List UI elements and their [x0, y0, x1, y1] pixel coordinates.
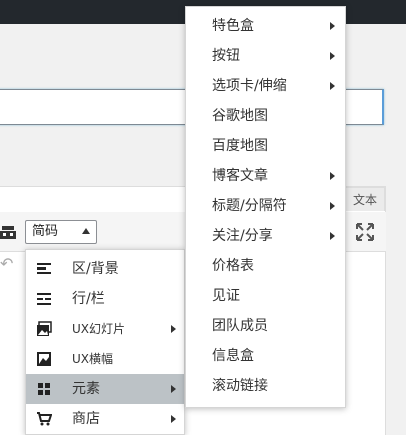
submenu-item-message-box[interactable]: 信息盒: [186, 341, 345, 371]
submenu-item-label: 选项卡/伸缩: [212, 78, 287, 94]
submenu-item-tabs-accordion[interactable]: 选项卡/伸缩: [186, 71, 345, 101]
chevron-right-icon: [171, 385, 176, 393]
menu-item-label: 行/栏: [72, 291, 105, 307]
submenu-item-label: 标题/分隔符: [212, 198, 287, 214]
chevron-right-icon: [330, 82, 335, 90]
submenu-item-title-divider[interactable]: 标题/分隔符: [186, 191, 345, 221]
chevron-up-icon: [82, 228, 90, 234]
submenu-item-label: 团队成员: [212, 318, 268, 334]
menu-item-label: 区/背景: [72, 261, 119, 277]
chevron-right-icon: [330, 232, 335, 240]
submenu-item-follow-share[interactable]: 关注/分享: [186, 221, 345, 251]
submenu-item-price-table[interactable]: 价格表: [186, 251, 345, 281]
submenu-item-label: 百度地图: [212, 138, 268, 154]
menu-item-shop[interactable]: 商店: [26, 404, 184, 434]
chevron-right-icon: [330, 202, 335, 210]
tab-text[interactable]: 文本: [345, 187, 385, 211]
menu-item-label: 商店: [72, 411, 100, 427]
submenu-item-google-map[interactable]: 谷歌地图: [186, 101, 345, 131]
grid-icon: [38, 383, 50, 395]
menu-item-label: 元素: [72, 381, 100, 397]
menu-item-label: UX幻灯片: [72, 322, 126, 336]
submenu-item-scroll-link[interactable]: 滚动链接: [186, 371, 345, 401]
fullscreen-icon[interactable]: [356, 223, 374, 241]
chevron-right-icon: [330, 172, 335, 180]
columns-icon: [37, 293, 51, 305]
submenu-item-label: 博客文章: [212, 168, 268, 184]
shortcode-select[interactable]: 简码: [25, 220, 97, 244]
undo-icon[interactable]: ↶: [0, 254, 14, 274]
submenu-item-label: 关注/分享: [212, 228, 273, 244]
submenu-item-label: 滚动链接: [212, 378, 268, 394]
menu-item-row-column[interactable]: 行/栏: [26, 284, 184, 314]
chevron-right-icon: [171, 325, 176, 333]
submenu-item-baidu-map[interactable]: 百度地图: [186, 131, 345, 161]
menu-item-ux-slider[interactable]: UX幻灯片: [26, 314, 184, 344]
submenu-item-blog-posts[interactable]: 博客文章: [186, 161, 345, 191]
elements-submenu: 特色盒 按钮 选项卡/伸缩 谷歌地图 百度地图 博客文章 标题/分隔符 关注/分…: [185, 6, 346, 408]
menu-item-ux-banner[interactable]: UX横幅: [26, 344, 184, 374]
submenu-item-label: 信息盒: [212, 348, 254, 364]
submenu-item-label: 特色盒: [212, 18, 254, 34]
submenu-item-label: 谷歌地图: [212, 108, 268, 124]
shortcode-toolbar-icon[interactable]: [0, 222, 18, 244]
submenu-item-featured-box[interactable]: 特色盒: [186, 11, 345, 41]
menu-item-label: UX横幅: [72, 352, 114, 366]
submenu-item-label: 见证: [212, 288, 240, 304]
banner-image-icon: [37, 352, 51, 366]
menu-item-elements[interactable]: 元素: [26, 374, 184, 404]
chevron-right-icon: [171, 415, 176, 423]
submenu-item-label: 按钮: [212, 48, 240, 64]
shortcode-select-value: 简码: [32, 224, 59, 239]
shortcode-menu: 区/背景 行/栏 UX幻灯片 UX横幅 元素 商店: [25, 249, 185, 435]
section-icon: [37, 263, 51, 274]
cart-icon: [37, 412, 52, 426]
slider-icon: [37, 321, 52, 336]
submenu-item-label: 价格表: [212, 258, 254, 274]
chevron-right-icon: [330, 22, 335, 30]
submenu-item-team-member[interactable]: 团队成员: [186, 311, 345, 341]
chevron-right-icon: [330, 52, 335, 60]
submenu-item-button[interactable]: 按钮: [186, 41, 345, 71]
menu-item-section[interactable]: 区/背景: [26, 254, 184, 284]
submenu-item-testimonial[interactable]: 见证: [186, 281, 345, 311]
